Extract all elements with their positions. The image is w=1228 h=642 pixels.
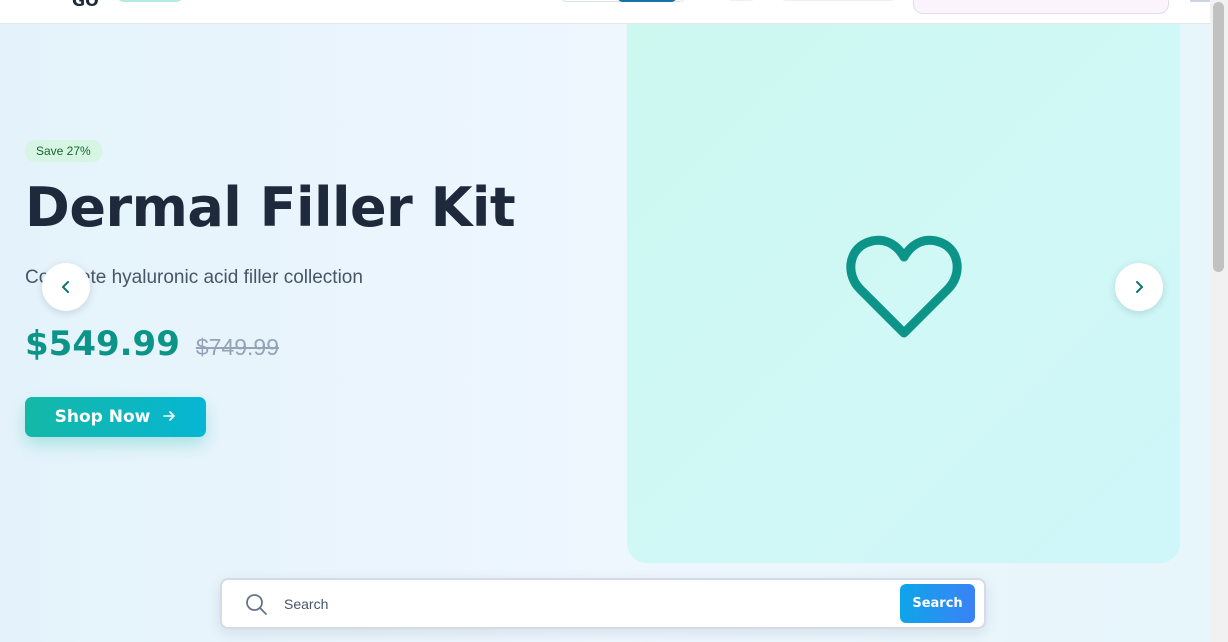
- page-scrollbar[interactable]: [1210, 0, 1228, 642]
- sale-price: $549.99: [25, 324, 180, 364]
- search-bar: Search: [220, 578, 986, 629]
- header-segment-active[interactable]: [617, 0, 677, 2]
- chevron-left-icon: [62, 281, 69, 293]
- scrollbar-thumb[interactable]: [1213, 2, 1224, 272]
- menu-icon[interactable]: [1190, 0, 1212, 2]
- header-pill[interactable]: [116, 0, 184, 2]
- header-chip[interactable]: [727, 0, 755, 1]
- header-segmented-control[interactable]: [560, 0, 686, 2]
- arrow-right-icon: [162, 408, 176, 427]
- original-price: $749.99: [195, 334, 279, 360]
- search-input[interactable]: [284, 592, 884, 616]
- hero-banner: Save 27% Dermal Filler Kit Complete hyal…: [0, 20, 1210, 642]
- search-icon: [244, 592, 268, 621]
- top-nav-bar: GO: [0, 0, 1228, 24]
- price-row: $549.99 $749.99: [25, 324, 279, 364]
- carousel-prev-button[interactable]: [42, 263, 90, 311]
- product-visual: [627, 20, 1180, 563]
- hero-title: Dermal Filler Kit: [25, 176, 516, 239]
- search-button[interactable]: Search: [900, 584, 975, 623]
- shop-now-label: Shop Now: [54, 407, 151, 427]
- account-area[interactable]: [913, 0, 1169, 14]
- carousel-next-button[interactable]: [1115, 263, 1163, 311]
- logo[interactable]: GO: [72, 0, 99, 10]
- heart-icon: [846, 235, 961, 337]
- shop-now-button[interactable]: Shop Now: [25, 397, 206, 437]
- header-chip-wide[interactable]: [781, 0, 895, 1]
- discount-badge: Save 27%: [25, 140, 102, 162]
- chevron-right-icon: [1136, 281, 1143, 293]
